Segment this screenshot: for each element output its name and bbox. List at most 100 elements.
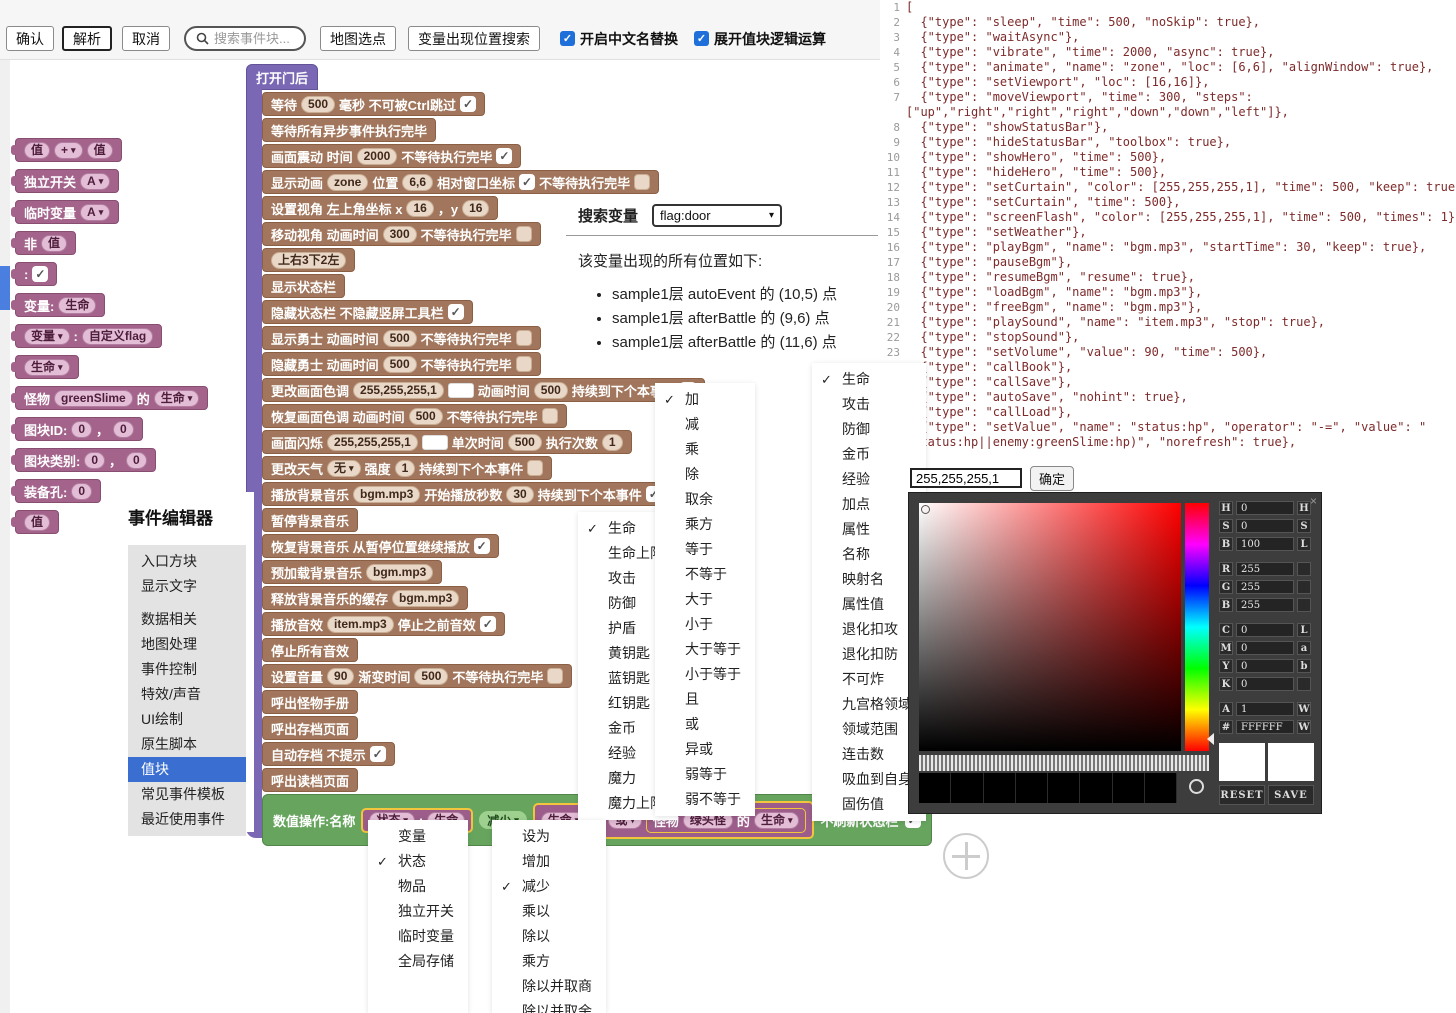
category-item[interactable]: 常见事件模板 bbox=[128, 782, 246, 807]
menu-item[interactable]: 除 bbox=[655, 462, 755, 487]
block-field[interactable]: 生命 bbox=[58, 297, 96, 314]
category-item[interactable]: 最近使用事件 bbox=[128, 807, 246, 832]
value-block[interactable]: 变量:自定义flag bbox=[15, 324, 162, 348]
menu-item[interactable]: 物品 bbox=[368, 874, 468, 899]
picker-field-label[interactable]: B bbox=[1219, 537, 1233, 551]
statement-block[interactable]: 呼出怪物手册 bbox=[262, 690, 358, 714]
picker-side-button[interactable]: H bbox=[1297, 501, 1311, 515]
picker-field-label[interactable]: S bbox=[1219, 519, 1233, 533]
picker-field-label[interactable]: # bbox=[1219, 720, 1233, 734]
block-field[interactable]: zone bbox=[327, 174, 368, 191]
value-block[interactable]: 生命 bbox=[15, 355, 79, 379]
parse-button[interactable]: 解析 bbox=[62, 26, 112, 51]
menu-item[interactable]: 乘以 bbox=[492, 899, 606, 924]
menu-item[interactable]: 等于 bbox=[655, 537, 755, 562]
picker-field-label[interactable]: C bbox=[1219, 623, 1233, 637]
picker-field-value[interactable]: 1 bbox=[1236, 702, 1294, 716]
menu-item[interactable]: 小于等于 bbox=[655, 662, 755, 687]
value-block[interactable]: 值+值 bbox=[15, 138, 122, 162]
block-field[interactable]: 0 bbox=[71, 483, 92, 500]
value-block[interactable]: 怪物greenSlime的生命 bbox=[15, 386, 208, 410]
menu-item[interactable]: 乘方 bbox=[655, 512, 755, 537]
block-field[interactable]: 0 bbox=[113, 421, 134, 438]
menu-item[interactable]: 增加 bbox=[492, 849, 606, 874]
block-field[interactable]: 16 bbox=[406, 200, 433, 217]
statement-block[interactable]: 停止所有音效 bbox=[262, 638, 358, 662]
picker-field-value[interactable]: 0 bbox=[1236, 501, 1294, 515]
block-field[interactable]: 500 bbox=[409, 408, 443, 425]
menu-item[interactable]: 异或 bbox=[655, 737, 755, 762]
category-item[interactable]: 入口方块 bbox=[128, 549, 246, 574]
statement-block[interactable]: 呼出存档页面 bbox=[262, 716, 358, 740]
hue-slider-cursor[interactable] bbox=[1207, 733, 1214, 745]
cancel-button[interactable]: 取消 bbox=[122, 26, 170, 51]
block-checkbox-checked[interactable]: ✓ bbox=[32, 266, 48, 282]
block-field[interactable]: 值 bbox=[41, 235, 67, 252]
menu-item[interactable]: 或 bbox=[655, 712, 755, 737]
menu-item[interactable]: 除以并取余 bbox=[492, 999, 606, 1013]
block-field[interactable]: 500 bbox=[383, 356, 417, 373]
block-dropdown[interactable]: 无 bbox=[327, 460, 361, 477]
menu-item[interactable]: 且 bbox=[655, 687, 755, 712]
menu-item[interactable]: 弱不等于 bbox=[655, 787, 755, 812]
picker-field-label[interactable]: R bbox=[1219, 562, 1233, 576]
statement-block[interactable]: 更改画面色调255,255,255,1动画时间500持续到下个本事件✓ bbox=[262, 378, 705, 402]
picker-side-button[interactable]: b bbox=[1297, 659, 1311, 673]
var-position-search-button[interactable]: 变量出现位置搜索 bbox=[408, 26, 540, 51]
block-dropdown[interactable]: 变量 bbox=[24, 328, 70, 345]
menu-item[interactable]: 经验 bbox=[812, 467, 926, 492]
statement-block[interactable]: 播放音效item.mp3停止之前音效✓ bbox=[262, 612, 505, 636]
menu-item[interactable]: 生命 bbox=[812, 367, 926, 392]
color-ok-button[interactable]: 确定 bbox=[1030, 466, 1074, 491]
menu-item[interactable]: 攻击 bbox=[812, 392, 926, 417]
picker-field-value[interactable]: 255 bbox=[1236, 598, 1294, 612]
checkbox-checked-icon[interactable]: ✓ bbox=[694, 31, 709, 46]
statement-block[interactable]: 播放背景音乐bgm.mp3开始播放秒数30持续到下个本事件✓ bbox=[262, 482, 671, 506]
statement-block[interactable]: 显示动画zone位置6,6相对窗口坐标✓不等待执行完毕 bbox=[262, 170, 659, 194]
hue-slider[interactable] bbox=[1185, 503, 1209, 751]
statement-block[interactable]: 释放背景音乐的缓存bgm.mp3 bbox=[262, 586, 468, 610]
saturation-value-gradient[interactable] bbox=[919, 503, 1181, 751]
block-field[interactable]: 上右3下2左 bbox=[271, 252, 346, 269]
statement-block[interactable]: 恢复画面色调 动画时间500不等待执行完毕 bbox=[262, 404, 567, 428]
confirm-button[interactable]: 确认 bbox=[6, 26, 54, 51]
map-pick-button[interactable]: 地图选点 bbox=[320, 26, 396, 51]
close-icon[interactable]: × bbox=[1310, 494, 1317, 508]
category-item[interactable]: 数据相关 bbox=[128, 607, 246, 632]
block-field[interactable]: 500 bbox=[508, 434, 542, 451]
block-field[interactable]: 2000 bbox=[357, 148, 398, 165]
block-checkbox-checked[interactable]: ✓ bbox=[519, 174, 535, 190]
block-field[interactable]: 值 bbox=[24, 514, 50, 531]
menu-item[interactable]: 防御 bbox=[812, 417, 926, 442]
block-field[interactable]: item.mp3 bbox=[327, 616, 394, 633]
workspace-zoom-reset-control[interactable] bbox=[943, 833, 989, 879]
picker-field-value[interactable]: 100 bbox=[1236, 537, 1294, 551]
block-field[interactable]: bgm.mp3 bbox=[353, 486, 420, 503]
statement-block[interactable]: 移动视角 动画时间300不等待执行完毕 bbox=[262, 222, 541, 246]
block-field[interactable]: 30 bbox=[506, 486, 533, 503]
picker-field-value[interactable]: 0 bbox=[1236, 659, 1294, 673]
variable-select[interactable]: flag:door ▾ bbox=[652, 204, 782, 227]
picker-field-value[interactable]: 0 bbox=[1236, 641, 1294, 655]
block-checkbox-unchecked[interactable] bbox=[634, 174, 650, 190]
menu-item[interactable]: 设为 bbox=[492, 824, 606, 849]
color-value-input[interactable] bbox=[910, 468, 1022, 488]
picker-field-label[interactable]: B bbox=[1219, 598, 1233, 612]
picker-field-value[interactable]: 0 bbox=[1236, 519, 1294, 533]
picker-side-button[interactable]: W bbox=[1297, 702, 1311, 716]
value-block[interactable]: 非值 bbox=[15, 231, 76, 255]
code-editor[interactable]: 1[2 {"type": "sleep", "time": 500, "noSk… bbox=[880, 0, 1456, 470]
statement-block[interactable]: 显示状态栏 bbox=[262, 274, 345, 298]
picker-side-button[interactable]: L bbox=[1297, 623, 1311, 637]
menu-item[interactable]: 乘方 bbox=[492, 949, 606, 974]
statement-block[interactable]: 等待所有异步事件执行完毕 bbox=[262, 118, 436, 142]
picker-field-label[interactable]: H bbox=[1219, 501, 1233, 515]
picker-field-value[interactable]: 255 bbox=[1236, 580, 1294, 594]
menu-item[interactable]: 临时变量 bbox=[368, 924, 468, 949]
menu-item[interactable]: 减 bbox=[655, 412, 755, 437]
value-block[interactable]: 值 bbox=[15, 510, 59, 534]
category-item[interactable]: 事件控制 bbox=[128, 657, 246, 682]
block-dropdown[interactable]: 生命 bbox=[24, 359, 70, 376]
menu-item[interactable]: 除以 bbox=[492, 924, 606, 949]
picker-circle-handle[interactable] bbox=[1189, 779, 1204, 794]
